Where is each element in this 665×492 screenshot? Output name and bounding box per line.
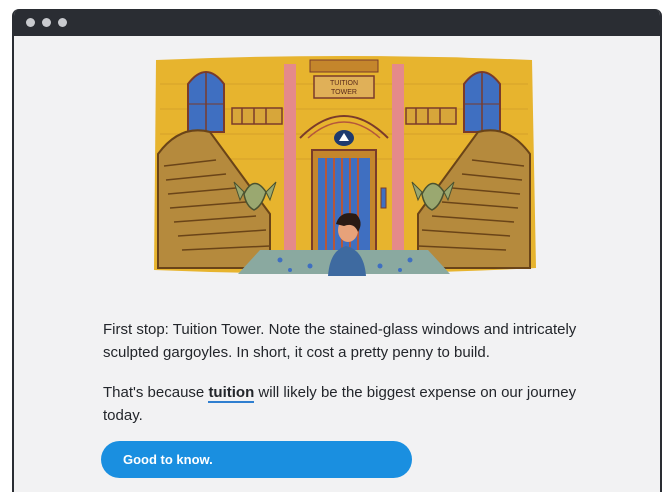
right-stained-glass-window bbox=[463, 71, 501, 133]
good-to-know-button[interactable]: Good to know. bbox=[101, 441, 412, 478]
window-titlebar bbox=[14, 9, 660, 36]
tuition-paragraph: That's because tuition will likely be th… bbox=[103, 381, 583, 427]
sign-line-2: TOWER bbox=[331, 89, 357, 96]
window-control-dot[interactable] bbox=[42, 18, 51, 27]
paragraph-text-before: That's because bbox=[103, 384, 209, 401]
browser-window: TUITION TOWER First stop: Tuition Tower.… bbox=[12, 9, 662, 492]
tuition-tower-sign: TUITION TOWER bbox=[309, 59, 379, 99]
lesson-content: TUITION TOWER First stop: Tuition Tower.… bbox=[14, 36, 660, 492]
left-stained-glass-window bbox=[187, 71, 225, 133]
tuition-term-link[interactable]: tuition bbox=[208, 384, 255, 403]
window-control-dot[interactable] bbox=[26, 18, 35, 27]
sign-line-1: TUITION bbox=[330, 80, 358, 87]
intro-paragraph: First stop: Tuition Tower. Note the stai… bbox=[103, 321, 577, 361]
window-control-dot[interactable] bbox=[58, 18, 67, 27]
tuition-tower-illustration: TUITION TOWER bbox=[154, 56, 536, 276]
